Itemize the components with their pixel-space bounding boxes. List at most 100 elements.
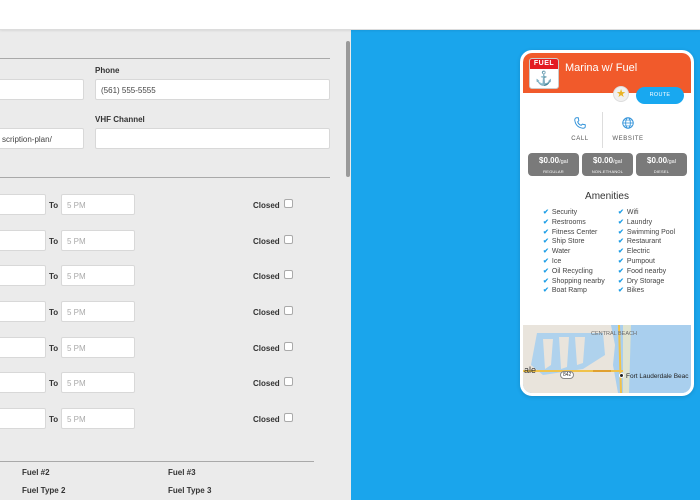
close-time-field[interactable]: 5 PM <box>61 408 135 429</box>
checkmark-icon: ✔ <box>618 228 624 236</box>
closed-label: Closed <box>253 272 280 281</box>
close-time-field[interactable]: 5 PM <box>61 372 135 393</box>
to-label: To <box>49 237 59 246</box>
website-field[interactable]: scription-plan/ <box>0 128 84 149</box>
listing-form-panel <box>0 30 351 500</box>
price-non-ethanol: $0.00/gal NON-ETHANOL <box>582 153 633 176</box>
fuel-type-2-label: Fuel Type 2 <box>22 486 66 495</box>
phone-label: Phone <box>95 66 120 75</box>
checkmark-icon: ✔ <box>543 238 549 246</box>
amenity-item: ✔ Shopping nearby <box>543 277 605 287</box>
map-location-pin-icon <box>619 373 624 378</box>
amenity-item: ✔ Food nearby <box>618 267 666 277</box>
phone-icon[interactable] <box>560 116 600 132</box>
checkmark-icon: ✔ <box>618 267 624 275</box>
amenity-item: ✔ Wifi <box>618 208 639 218</box>
amenity-label: Dry Storage <box>626 277 665 285</box>
website-button[interactable]: WEBSITE <box>608 136 648 142</box>
to-label: To <box>49 308 59 317</box>
amenity-item: ✔ Restrooms <box>543 218 586 228</box>
amenity-label: Water <box>551 248 571 256</box>
amenity-label: Shopping nearby <box>551 277 605 285</box>
closed-label: Closed <box>253 201 280 210</box>
close-time-field[interactable]: 5 PM <box>61 194 135 215</box>
phone-field[interactable]: (561) 555-5555 <box>95 79 330 100</box>
checkmark-icon: ✔ <box>618 277 624 285</box>
close-time-field[interactable]: 5 PM <box>61 265 135 286</box>
to-label: To <box>49 415 59 424</box>
amenities-heading: Amenities <box>585 191 629 202</box>
globe-icon[interactable] <box>608 116 648 132</box>
closed-label: Closed <box>253 308 280 317</box>
amenity-item: ✔ Pumpout <box>618 257 655 267</box>
route-button[interactable]: ROUTE <box>636 87 684 104</box>
amenity-label: Wifi <box>626 209 639 216</box>
open-time-field[interactable] <box>0 408 46 429</box>
fuel-3-label: Fuel #3 <box>168 468 196 477</box>
amenity-label: Restaurant <box>626 238 662 246</box>
amenity-item: ✔ Swimming Pool <box>618 228 675 238</box>
amenity-item: ✔ Electric <box>618 247 650 257</box>
anchor-icon: ⚓ <box>535 70 553 86</box>
top-bar <box>0 0 700 30</box>
vhf-channel-field[interactable] <box>95 128 330 149</box>
amenity-label: Fitness Center <box>551 228 598 236</box>
checkmark-icon: ✔ <box>618 209 624 216</box>
fuel-type-3-label: Fuel Type 3 <box>168 486 212 495</box>
amenity-label: Electric <box>626 248 650 256</box>
open-time-field[interactable] <box>0 194 46 215</box>
scrollbar-thumb[interactable] <box>346 41 350 177</box>
action-divider <box>602 112 603 148</box>
fuel-logo: FUEL ⚓ <box>529 58 559 89</box>
amenity-label: Swimming Pool <box>626 228 676 236</box>
fuel-2-label: Fuel #2 <box>22 468 50 477</box>
closed-checkbox[interactable] <box>284 199 293 208</box>
to-label: To <box>49 344 59 353</box>
closed-checkbox[interactable] <box>284 377 293 386</box>
address-field[interactable] <box>0 79 84 100</box>
amenity-label: Pumpout <box>626 258 655 265</box>
amenity-item: ✔ Oil Recycling <box>543 267 593 277</box>
map-label-city: Fort Lauderdale Beac <box>626 373 689 380</box>
amenity-item: ✔ Laundry <box>618 218 652 228</box>
to-label: To <box>49 272 59 281</box>
amenity-item: ✔ Dry Storage <box>618 277 664 287</box>
checkmark-icon: ✔ <box>543 287 549 295</box>
checkmark-icon: ✔ <box>543 258 549 265</box>
to-label: To <box>49 379 59 388</box>
map-label-beach: CENTRAL BEACH <box>591 331 637 337</box>
favorite-star-icon[interactable]: ★ <box>613 86 629 102</box>
amenity-label: Laundry <box>626 218 653 226</box>
amenity-label: Oil Recycling <box>551 267 593 275</box>
mini-map[interactable]: CENTRAL BEACH ale 842 Fort Lauderdale Be… <box>523 325 691 393</box>
open-time-field[interactable] <box>0 337 46 358</box>
closed-checkbox[interactable] <box>284 413 293 422</box>
closed-checkbox[interactable] <box>284 342 293 351</box>
section-divider <box>0 177 330 178</box>
open-time-field[interactable] <box>0 230 46 251</box>
call-button[interactable]: CALL <box>560 136 600 142</box>
closed-checkbox[interactable] <box>284 270 293 279</box>
close-time-field[interactable]: 5 PM <box>61 337 135 358</box>
closed-label: Closed <box>253 379 280 388</box>
amenity-label: Security <box>551 209 578 216</box>
map-road-number: 842 <box>560 371 575 379</box>
closed-checkbox[interactable] <box>284 235 293 244</box>
section-divider <box>0 461 314 462</box>
closed-checkbox[interactable] <box>284 306 293 315</box>
amenity-label: Restrooms <box>551 218 586 226</box>
amenity-item: ✔ Security <box>543 208 577 218</box>
open-time-field[interactable] <box>0 372 46 393</box>
amenity-item: ✔ Bikes <box>618 286 644 296</box>
checkmark-icon: ✔ <box>543 267 549 275</box>
open-time-field[interactable] <box>0 265 46 286</box>
close-time-field[interactable]: 5 PM <box>61 301 135 322</box>
amenity-item: ✔ Boat Ramp <box>543 286 587 296</box>
closed-label: Closed <box>253 344 280 353</box>
checkmark-icon: ✔ <box>543 277 549 285</box>
amenity-label: Boat Ramp <box>551 287 587 295</box>
checkmark-icon: ✔ <box>618 258 624 265</box>
open-time-field[interactable] <box>0 301 46 322</box>
close-time-field[interactable]: 5 PM <box>61 230 135 251</box>
amenity-item: ✔ Restaurant <box>618 237 661 247</box>
